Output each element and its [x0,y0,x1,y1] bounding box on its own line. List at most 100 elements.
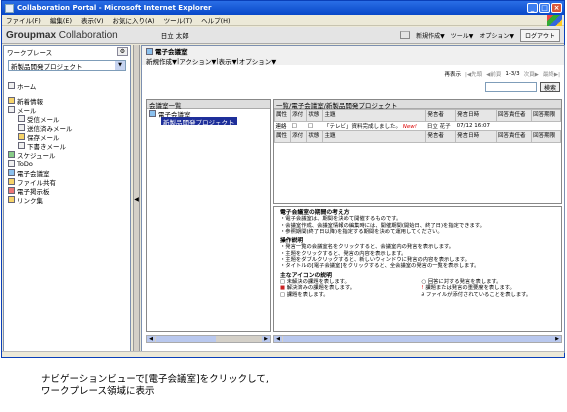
scroll-right-icon[interactable]: ▶ [262,336,270,342]
menu-favorites[interactable]: お気に入り(A) [113,15,155,25]
col-attach[interactable]: 添付 [290,130,308,143]
links-icon [8,196,15,203]
tree-root[interactable]: 電子会議室 [147,109,270,119]
col-status[interactable]: 状態 [306,109,324,122]
col-deadline[interactable]: 回答期限 [531,130,561,143]
menu-view[interactable]: 表示(V) [81,15,104,25]
pane-splitter[interactable]: ◀ [133,45,140,353]
maximize-button[interactable]: □ [539,3,550,13]
tree-header: 会議室一覧 [147,100,270,110]
draft-mail-icon [18,142,25,149]
col-author[interactable]: 発言者 [425,109,457,122]
toolbar-view[interactable]: 表示▼ [219,56,237,66]
toolbar-action[interactable]: アクション▼ [179,56,216,66]
sidebar-item[interactable]: 送信済みメール [4,123,130,133]
icon-legend: □ 未解決の課題を表します。 ○ 回答に対する発言を表します。 ■ 解決済みの課… [280,278,532,298]
search-input[interactable] [484,82,537,92]
windows-logo-icon [547,15,562,26]
home-icon[interactable] [400,31,411,39]
workplace-label: ワークプレース [7,48,53,57]
prev-page-link[interactable]: ◀前頁 [486,70,501,78]
row-author: 日立 花子 [426,124,451,130]
header-new-menu[interactable]: 新規作成▼ [416,31,445,40]
paging-bar: 再表示 |◀先頭 ◀前頁 1-3/3 次頁▶ 最終▶| [444,70,560,78]
chevron-down-icon: ▼ [115,61,125,70]
sidebar-item[interactable]: リンク集 [4,195,130,205]
search-button[interactable]: 検索 [539,82,560,92]
list-hscrollbar[interactable]: ◀ ▶ [273,335,562,343]
menu-file[interactable]: ファイル(F) [6,15,41,25]
figure-caption: ナビゲーションビューで[電子会議室]をクリックして, ワークプレース領域に表示 [41,374,269,397]
sidebar-item[interactable]: スケジュール [4,150,130,160]
sidebar-item[interactable]: メール [4,105,130,115]
col-date[interactable]: 発言日時 [455,130,497,143]
window-title: Collaboration Portal - Microsoft Interne… [17,4,212,12]
col-deadline[interactable]: 回答期限 [531,109,561,122]
todo-icon [8,160,15,167]
attachment-icon: □ [291,123,297,129]
sidebar-item[interactable]: 保存メール [4,132,130,142]
help-panel: 電子会議室の期間の考え方 ・電子会議室は、期間を決めて開催するものです。 ・会議… [273,206,562,332]
user-name: 日立 太郎 [160,32,189,40]
col-attach[interactable]: 添付 [290,109,308,122]
sidebar-item[interactable]: ホーム [4,81,130,91]
mail-icon [8,106,15,113]
menu-edit[interactable]: 編集(E) [50,15,72,25]
col-date[interactable]: 発言日時 [455,109,497,122]
first-page-link[interactable]: |◀先頭 [465,70,482,78]
col-subject[interactable]: 主題 [322,130,427,143]
menu-bar: ファイル(F) 編集(E) 表示(V) お気に入り(A) ツール(T) ヘルプ(… [2,15,564,26]
groupmax-logo: Groupmax Collaboration [6,29,118,41]
resolved-icon: ■ [280,285,287,292]
close-button[interactable]: × [551,3,562,13]
row-subject[interactable]: 「テレビ」資料完成しました。 New! [323,122,426,131]
col-attr[interactable]: 属性 [273,109,292,122]
scroll-left-icon[interactable]: ◀ [147,336,155,342]
table-row[interactable]: 連絡 □ □ 「テレビ」資料完成しました。 New! 日立 花子 07/12 1… [275,122,561,131]
meeting-room-icon [8,169,15,176]
row-attr: 連絡 [275,124,287,130]
workplace-area: 電子会議室 新規作成▼ | アクション▼ | 表示▼ | オプション▼ 再表示 |◀先… [141,45,565,353]
toolbar-new[interactable]: 新規作成▼ [146,56,177,66]
col-responsible[interactable]: 回答責任者 [495,109,533,122]
refresh-button[interactable]: 再表示 [444,70,461,78]
navigation-view: ワークプレース ⚙ 新製品開発プロジェクト ▼ ホーム 新着情報 メール 受信メール送… [3,45,131,353]
col-author[interactable]: 発言者 [425,130,457,143]
next-page-link[interactable]: 次頁▶ [524,70,539,78]
scroll-left-icon[interactable]: ◀ [274,336,282,342]
header-options-menu[interactable]: オプション▼ [479,31,514,40]
header-tools-menu[interactable]: ツール▼ [451,31,474,40]
meeting-room-icon [146,47,153,55]
col-subject[interactable]: 主題 [322,109,427,122]
minimize-button[interactable]: _ [527,3,538,13]
workplace-select[interactable]: 新製品開発プロジェクト ▼ [8,60,126,71]
menu-tools[interactable]: ツール(T) [164,15,193,25]
post-list: 一覧/電子会議室/新製品開発プロジェクト 属性 添付 状態 主題 発言者 発言日… [273,99,562,204]
col-responsible[interactable]: 回答責任者 [495,130,533,143]
scroll-thumb[interactable] [283,336,553,342]
sidebar-item-label: ToDo [17,159,33,168]
issue-icon: □ [280,291,287,298]
logout-button[interactable]: ログアウト [519,28,560,42]
col-attr[interactable]: 属性 [273,130,292,143]
sidebar-item-label: リンク集 [17,196,43,205]
col-status[interactable]: 状態 [306,130,324,143]
portal-header: Groupmax Collaboration 日立 太郎 新規作成▼ ツール▼ … [2,27,564,44]
news-icon [8,97,15,104]
scroll-right-icon[interactable]: ▶ [553,336,561,342]
workplace-settings-icon[interactable]: ⚙ [117,47,128,56]
page-range: 1-3/3 [505,71,520,77]
toolbar-options[interactable]: オプション▼ [239,56,277,66]
new-badge: New! [402,124,417,130]
tree-item-selected[interactable]: 新製品開発プロジェクト [161,117,237,127]
menu-help[interactable]: ヘルプ(H) [201,15,230,25]
nav-list: ホーム 新着情報 メール 受信メール 送信済みメール 保存メール 下書きメール スケジュール T… [4,81,130,205]
status-bar [2,351,564,357]
last-page-link[interactable]: 最終▶| [543,70,560,78]
main-toolbar: 新規作成▼ | アクション▼ | 表示▼ | オプション▼ [142,56,564,66]
sent-mail-icon [18,124,25,131]
tree-hscrollbar[interactable]: ◀ ▶ [146,335,271,343]
sidebar-item-label: スケジュール [17,151,56,160]
browser-window: Collaboration Portal - Microsoft Interne… [1,0,565,358]
scroll-thumb[interactable] [156,336,216,342]
